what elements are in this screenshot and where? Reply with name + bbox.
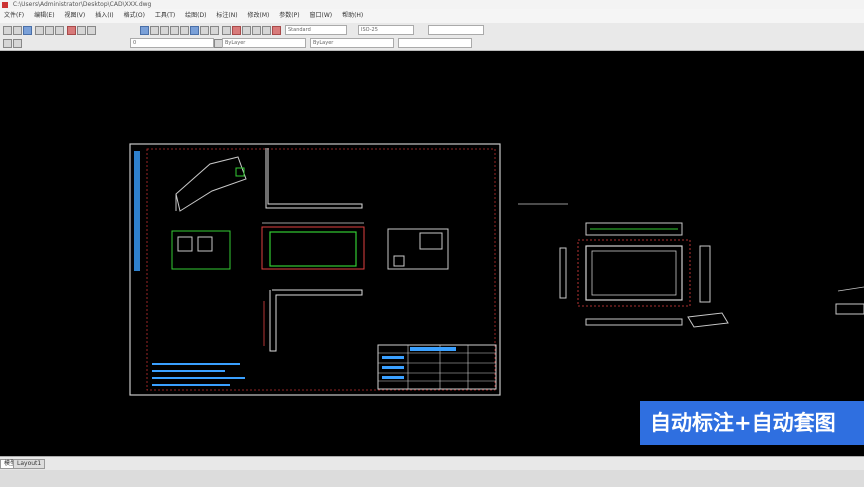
- layer-icon[interactable]: [190, 26, 199, 35]
- right-view-hole: [419, 232, 443, 250]
- title-block-label-1: [382, 356, 404, 359]
- front-view: [269, 231, 357, 267]
- title-bar: C:\Users\Administrator\Desktop\CAD\XXX.d…: [0, 0, 864, 9]
- top-profile: [265, 148, 363, 209]
- menu-draw[interactable]: 绘图(D): [181, 9, 210, 23]
- linetype-combo[interactable]: ByLayer: [310, 38, 394, 48]
- assembly-right-view: [699, 245, 711, 303]
- partial-part-edge: [837, 286, 864, 292]
- menu-edit[interactable]: 编辑(E): [30, 9, 58, 23]
- bottom-profile: [269, 289, 363, 352]
- save-icon[interactable]: [23, 26, 32, 35]
- design-center-icon[interactable]: [252, 26, 261, 35]
- assembly-bottom-view: [585, 318, 683, 326]
- open-icon[interactable]: [13, 26, 22, 35]
- lineweight-combo[interactable]: [398, 38, 472, 48]
- menu-bar: 文件(F) 编辑(E) 视图(V) 插入(I) 格式(O) 工具(T) 绘图(D…: [0, 9, 864, 23]
- assembly-front-view: [585, 245, 683, 301]
- match-icon[interactable]: [200, 26, 209, 35]
- print-icon[interactable]: [35, 26, 44, 35]
- drawing-canvas[interactable]: [0, 51, 864, 456]
- paste-icon[interactable]: [87, 26, 96, 35]
- menu-dimension[interactable]: 标注(N): [212, 9, 241, 23]
- color-combo[interactable]: ByLayer: [222, 38, 306, 48]
- layer-manager-icon[interactable]: [3, 39, 12, 48]
- tab-layout1[interactable]: Layout1: [13, 459, 46, 469]
- tool-icon[interactable]: [242, 26, 251, 35]
- zoom-icon[interactable]: [140, 26, 149, 35]
- measure-icon[interactable]: [210, 26, 219, 35]
- toolbar: Standard ISO-25 0 ByLayer ByLayer: [0, 23, 864, 51]
- assembly-iso-view: [687, 312, 729, 328]
- left-view-slot1: [177, 236, 193, 252]
- new-icon[interactable]: [3, 26, 12, 35]
- app-icon: [2, 1, 8, 8]
- pan-icon[interactable]: [150, 26, 159, 35]
- style-combo[interactable]: Standard: [285, 25, 347, 35]
- table-style-combo[interactable]: [428, 25, 484, 35]
- left-margin-bar: [134, 151, 140, 271]
- menu-insert[interactable]: 插入(I): [91, 9, 117, 23]
- menu-format[interactable]: 格式(O): [120, 9, 149, 23]
- help-icon[interactable]: [232, 26, 241, 35]
- layer-state-icon[interactable]: [13, 39, 22, 48]
- palette-icon[interactable]: [262, 26, 271, 35]
- title-block-label-3: [382, 376, 404, 379]
- menu-modify[interactable]: 修改(M): [244, 9, 274, 23]
- partial-part: [835, 303, 864, 315]
- layer-combo[interactable]: 0: [130, 38, 214, 48]
- assembly-front-dim: [577, 239, 691, 307]
- dim-style-combo[interactable]: ISO-25: [358, 25, 414, 35]
- menu-help[interactable]: 帮助(H): [338, 9, 367, 23]
- title-block-heading: [410, 347, 456, 351]
- cut-icon[interactable]: [67, 26, 76, 35]
- calc-icon[interactable]: [222, 26, 231, 35]
- assembly-front-inner: [591, 250, 677, 296]
- assembly-left-view: [559, 247, 567, 299]
- markup-icon[interactable]: [272, 26, 281, 35]
- menu-view[interactable]: 视图(V): [60, 9, 89, 23]
- window-title: C:\Users\Administrator\Desktop\CAD\XXX.d…: [12, 1, 152, 8]
- menu-parametric[interactable]: 参数(P): [275, 9, 303, 23]
- menu-file[interactable]: 文件(F): [0, 9, 28, 23]
- drawing-svg: [129, 143, 864, 396]
- properties-icon[interactable]: [180, 26, 189, 35]
- menu-window[interactable]: 窗口(W): [306, 9, 337, 23]
- isometric-part: [175, 156, 247, 212]
- promo-banner: 自动标注+自动套图: [640, 401, 864, 445]
- right-view-hole2: [393, 255, 405, 267]
- menu-tools[interactable]: 工具(T): [151, 9, 179, 23]
- zoom-extents-icon[interactable]: [170, 26, 179, 35]
- toolbar-row-standard: Standard ISO-25: [0, 23, 864, 36]
- redo-icon[interactable]: [55, 26, 64, 35]
- toolbar-row-layers: 0 ByLayer ByLayer: [0, 36, 864, 49]
- status-bar: 模型 Layout1: [0, 456, 864, 487]
- status-strip: [0, 470, 864, 487]
- undo-icon[interactable]: [45, 26, 54, 35]
- copy-icon[interactable]: [77, 26, 86, 35]
- zoom-window-icon[interactable]: [160, 26, 169, 35]
- title-block-label-2: [382, 366, 404, 369]
- front-view-dim: [261, 226, 365, 270]
- left-view-slot2: [197, 236, 213, 252]
